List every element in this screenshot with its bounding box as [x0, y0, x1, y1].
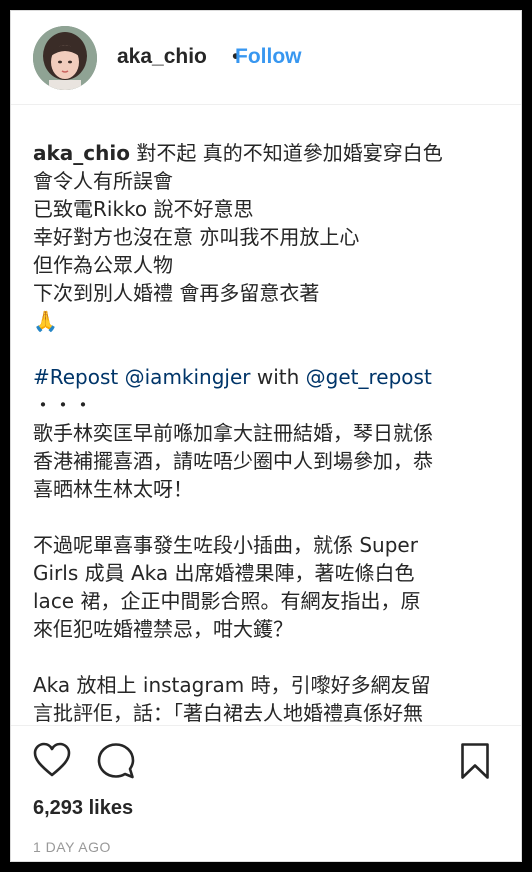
caption-text: 對不起 真的不知道參加婚宴穿白色: [136, 141, 443, 165]
caption-line: 歌手林奕匡早前喺加拿大註冊結婚，琴日就係: [33, 421, 433, 445]
caption-line: 不過呢單喜事發生咗段小插曲，就係 Super: [33, 533, 418, 557]
header-username[interactable]: aka_chio: [117, 45, 207, 69]
actions-divider: [11, 725, 521, 727]
caption-line: 言批評佢，話：「著白裙去人地婚禮真係好無: [33, 701, 423, 723]
caption-line: Girls 成員 Aka 出席婚禮果陣，著咗條白色: [33, 561, 415, 585]
comment-icon: [97, 743, 135, 779]
repost-with-text: with: [256, 365, 306, 389]
caption-line: 幸好對方也沒在意 亦叫我不用放上心: [33, 225, 360, 249]
avatar-image: [33, 26, 97, 90]
caption-line: lace 裙，企正中間影合照。有網友指出，原: [33, 589, 421, 613]
caption-line: 下次到別人婚禮 會再多留意衣著: [33, 281, 320, 305]
post-caption: aka_chio 對不起 真的不知道參加婚宴穿白色 會令人有所誤會 已致電Rik…: [33, 139, 493, 723]
repost-hashtag-link[interactable]: #Repost: [33, 365, 118, 389]
caption-username[interactable]: aka_chio: [33, 141, 130, 165]
mention-get-repost-link[interactable]: @get_repost: [306, 365, 432, 389]
caption-dots: ・・・: [33, 393, 93, 417]
post-timestamp[interactable]: 1 DAY AGO: [33, 839, 111, 855]
caption-first-line: aka_chio 對不起 真的不知道參加婚宴穿白色: [33, 139, 493, 167]
comment-button[interactable]: [97, 742, 135, 780]
mention-iamkingjer-link[interactable]: @iamkingjer: [125, 365, 251, 389]
post-header: aka_chio • Follow: [11, 11, 521, 105]
bookmark-icon: [461, 743, 489, 779]
caption-line: 香港補擺喜酒，請咗唔少圈中人到場參加，恭: [33, 449, 433, 473]
heart-icon: [33, 742, 71, 777]
like-button[interactable]: [33, 742, 71, 778]
pray-emoji: 🙏: [33, 309, 58, 333]
post-card: aka_chio • Follow aka_chio 對不起 真的不知道參加婚宴…: [10, 10, 522, 862]
repost-line: #Repost @iamkingjer with @get_repost: [33, 363, 493, 391]
caption-line: 但作為公眾人物: [33, 253, 173, 277]
caption-line: 已致電Rikko 說不好意思: [33, 197, 254, 221]
avatar[interactable]: [33, 26, 97, 90]
caption-line: 會令人有所誤會: [33, 169, 173, 193]
caption-line: 喜晒林生林太呀！: [33, 477, 193, 501]
follow-button[interactable]: Follow: [235, 45, 302, 69]
likes-count[interactable]: 6,293 likes: [33, 797, 133, 820]
caption-line: Aka 放相上 instagram 時，引嚟好多網友留: [33, 673, 431, 697]
caption-line: 來佢犯咗婚禮禁忌，咁大鑊？: [33, 617, 293, 641]
save-button[interactable]: [460, 742, 490, 780]
